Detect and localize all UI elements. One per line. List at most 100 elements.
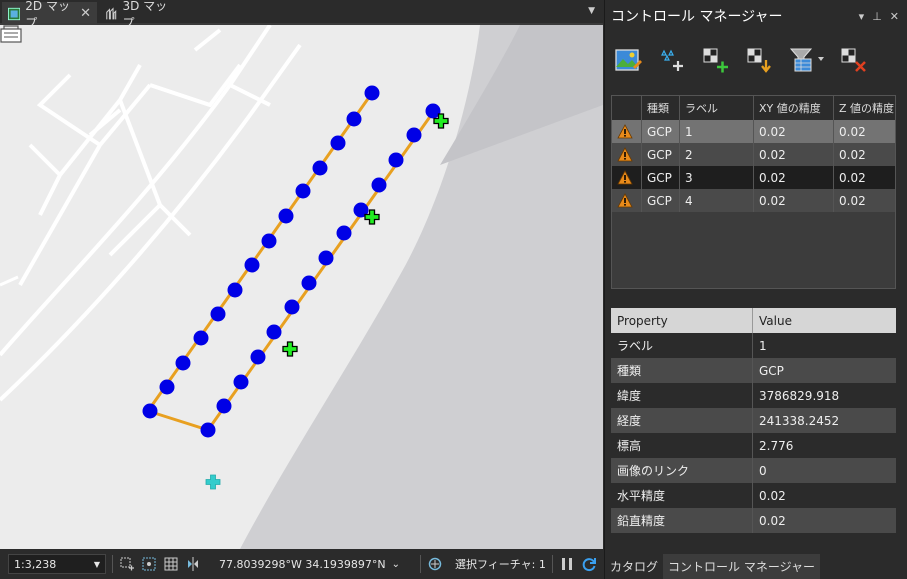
pane-header: コントロール マネージャー ▾ ⊥ ✕: [605, 0, 907, 32]
map-3d-icon: [106, 6, 117, 19]
chevron-down-icon: ▼: [93, 559, 100, 569]
scale-value: 1:3,238: [14, 557, 57, 571]
map-tab-bar: 2D マップ ✕ 3D マップ ▼: [0, 0, 603, 30]
tab-control-manager[interactable]: コントロール マネージャー: [663, 553, 820, 579]
property-value[interactable]: 2.776: [753, 433, 793, 458]
pin-icon[interactable]: ⊥: [872, 10, 882, 23]
column-header-type[interactable]: 種類: [642, 96, 680, 120]
tab-2d-map[interactable]: 2D マップ ✕: [2, 0, 97, 30]
scale-select[interactable]: 1:3,238 ▼: [8, 554, 106, 574]
street-network: [0, 25, 302, 402]
map-2d-icon: [8, 7, 21, 20]
chevron-down-icon[interactable]: ▼: [588, 6, 595, 16]
cell-xy-accuracy: 0.02: [754, 143, 834, 166]
cell-label: 4: [680, 189, 754, 212]
map-canvas[interactable]: [0, 25, 603, 549]
table-row[interactable]: GCP 4 0.02 0.02: [612, 189, 895, 212]
selection-icon[interactable]: [427, 556, 443, 572]
delete-gcp-icon[interactable]: [839, 45, 869, 75]
cell-z-accuracy: 0.02: [839, 170, 866, 185]
cell-type: GCP: [642, 166, 680, 189]
table-row[interactable]: GCP 3 0.02 0.02: [612, 166, 895, 189]
column-header-xy-accuracy[interactable]: XY 値の精度: [754, 96, 834, 120]
cell-type: GCP: [642, 120, 680, 143]
coordinates-readout: 77.8039298°W 34.1939897°N: [219, 557, 386, 571]
property-key: 種類: [611, 358, 753, 383]
divider: [419, 555, 421, 573]
column-header-status[interactable]: [612, 96, 642, 120]
property-value[interactable]: 0.02: [753, 508, 786, 533]
grid-icon[interactable]: [163, 556, 179, 572]
property-table-header: Property Value: [611, 308, 896, 333]
property-value[interactable]: 0.02: [753, 483, 786, 508]
property-row: 緯度 3786829.918: [611, 383, 896, 408]
cell-z-accuracy: 0.02: [839, 147, 866, 162]
cell-xy-accuracy: 0.02: [754, 189, 834, 212]
cell-label: 3: [680, 166, 754, 189]
status-bar: 1:3,238 ▼ 77.8039298°W 34.1939897°N ⌄ 選択…: [0, 549, 603, 579]
property-value[interactable]: 1: [753, 333, 767, 358]
property-value[interactable]: 241338.2452: [753, 408, 839, 433]
property-row: 標高 2.776: [611, 433, 896, 458]
property-header: Property: [611, 308, 753, 333]
add-tie-points-icon[interactable]: [657, 45, 687, 75]
property-key: 標高: [611, 433, 753, 458]
column-header-z-accuracy[interactable]: Z 値の精度: [834, 96, 895, 120]
app-window: 2D マップ ✕ 3D マップ ▼ 1:3,238 ▼ 77.8039298°W…: [0, 0, 907, 579]
import-gcp-icon[interactable]: [745, 45, 775, 75]
close-icon[interactable]: ✕: [80, 6, 91, 21]
cell-xy-accuracy: 0.02: [754, 120, 834, 143]
property-row: 鉛直精度 0.02: [611, 508, 896, 533]
warning-icon: [617, 193, 633, 208]
property-row: 水平精度 0.02: [611, 483, 896, 508]
property-key: 鉛直精度: [611, 508, 753, 533]
close-icon[interactable]: ✕: [890, 10, 899, 23]
selected-features-count[interactable]: 選択フィーチャ: 1: [455, 556, 546, 572]
pause-icon[interactable]: [559, 556, 575, 572]
chevron-down-icon[interactable]: ▾: [859, 10, 865, 23]
table-row[interactable]: GCP 2 0.02 0.02: [612, 143, 895, 166]
control-toolbar: [613, 44, 869, 76]
property-key: 緯度: [611, 383, 753, 408]
chevron-down-icon[interactable]: ⌄: [392, 559, 400, 570]
cell-type: GCP: [642, 143, 680, 166]
cell-xy-accuracy: 0.02: [754, 166, 834, 189]
property-value[interactable]: GCP: [753, 358, 784, 383]
table-row[interactable]: GCP 1 0.02 0.02: [612, 120, 895, 143]
image-edit-icon[interactable]: [613, 45, 643, 75]
column-header-label[interactable]: ラベル: [680, 96, 754, 120]
property-key: 水平精度: [611, 483, 753, 508]
add-gcp-icon[interactable]: [701, 45, 731, 75]
warning-icon: [617, 124, 633, 139]
property-key: ラベル: [611, 333, 753, 358]
map-overlay-icon[interactable]: [0, 25, 22, 43]
cell-label: 2: [680, 143, 754, 166]
table-header: 種類 ラベル XY 値の精度 Z 値の精度: [612, 96, 895, 120]
warning-icon: [617, 147, 633, 162]
warning-icon: [617, 170, 633, 185]
property-key: 経度: [611, 408, 753, 433]
tab-catalog[interactable]: カタログ: [605, 554, 663, 579]
gcp-marker-cyan[interactable]: [205, 474, 221, 490]
cell-label: 1: [680, 120, 754, 143]
gcp-marker[interactable]: [282, 341, 298, 357]
filter-table-icon[interactable]: [789, 45, 825, 75]
property-row: 種類 GCP: [611, 358, 896, 383]
tab-3d-map[interactable]: 3D マップ: [99, 0, 179, 30]
property-row: 経度 241338.2452: [611, 408, 896, 433]
property-row: 画像のリンク 0: [611, 458, 896, 483]
property-value[interactable]: 3786829.918: [753, 383, 839, 408]
property-table: Property Value ラベル 1 種類 GCP 緯度 3786829.9…: [611, 308, 896, 533]
fixed-zoom-icon[interactable]: [119, 556, 135, 572]
pane-tab-strip: カタログ コントロール マネージャー: [605, 553, 907, 579]
value-header: Value: [759, 313, 792, 328]
rotation-icon[interactable]: [185, 556, 201, 572]
snapping-icon[interactable]: [141, 556, 157, 572]
property-key: 画像のリンク: [611, 458, 753, 483]
map-view[interactable]: [0, 25, 603, 549]
refresh-icon[interactable]: [581, 556, 597, 572]
property-value[interactable]: 0: [753, 458, 767, 483]
divider: [112, 555, 113, 573]
pane-title: コントロール マネージャー: [611, 9, 783, 25]
property-row: ラベル 1: [611, 333, 896, 358]
